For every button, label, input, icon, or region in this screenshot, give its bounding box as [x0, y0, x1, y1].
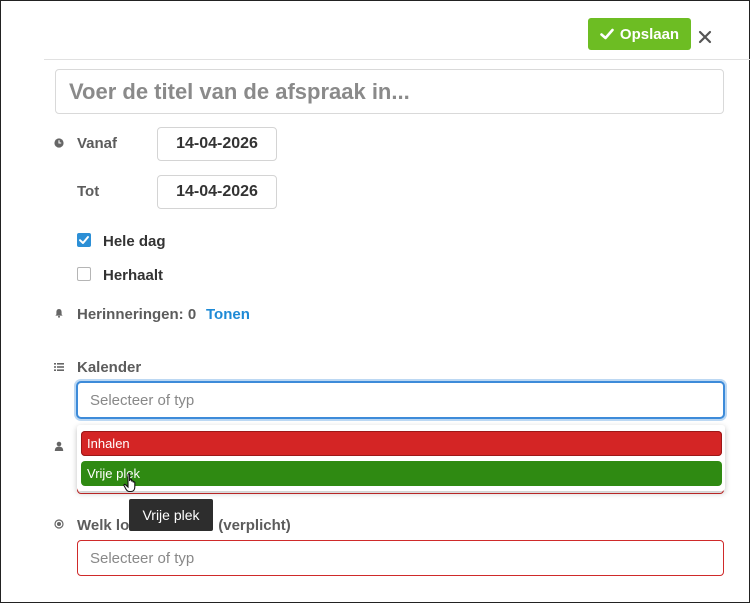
user-icon	[54, 441, 64, 451]
calendar-select-input[interactable]: Selecteer of typ	[76, 381, 725, 419]
to-label: Tot	[77, 183, 100, 200]
location-label-tail: (verplicht)	[218, 517, 291, 534]
clock-icon	[54, 138, 64, 148]
calendar-option-vrije-plek[interactable]: Vrije plek	[81, 461, 722, 486]
all-day-checkbox[interactable]	[77, 233, 91, 247]
from-date-field[interactable]: 14-04-2026	[157, 127, 277, 161]
tooltip-text: Vrije plek	[142, 507, 200, 523]
title-input[interactable]: Voer de titel van de afspraak in...	[55, 69, 724, 114]
close-icon[interactable]	[696, 28, 714, 46]
header-divider	[44, 59, 750, 60]
calendar-label: Kalender	[77, 359, 142, 376]
list-icon	[54, 363, 64, 371]
to-date-field[interactable]: 14-04-2026	[157, 175, 277, 209]
to-date-value: 14-04-2026	[176, 183, 258, 200]
location-select-input[interactable]: Selecteer of typ	[77, 540, 724, 576]
calendar-dropdown: Inhalen Vrije plek	[77, 425, 725, 491]
repeat-checkbox[interactable]	[77, 267, 91, 281]
appointment-dialog: Opslaan Voer de titel van de afspraak in…	[0, 0, 750, 603]
check-icon	[600, 28, 614, 40]
all-day-label: Hele dag	[103, 233, 166, 250]
show-reminders-link[interactable]: Tonen	[206, 306, 250, 323]
from-date-value: 14-04-2026	[176, 135, 258, 152]
from-label: Vanaf	[77, 135, 118, 152]
repeat-label: Herhaalt	[103, 267, 164, 284]
title-placeholder: Voer de titel van de afspraak in...	[69, 78, 410, 104]
option-label: Inhalen	[87, 436, 130, 451]
save-button-label: Opslaan	[619, 25, 680, 43]
save-button[interactable]: Opslaan	[588, 18, 691, 50]
reminders-label: Herinneringen: 0	[77, 306, 197, 323]
location-placeholder: Selecteer of typ	[90, 549, 195, 567]
hand-cursor-icon	[123, 473, 136, 493]
location-label-start: Welk lo	[77, 517, 130, 534]
calendar-placeholder: Selecteer of typ	[90, 391, 195, 409]
checkmark-icon	[79, 236, 89, 244]
bell-icon	[55, 309, 63, 318]
calendar-option-inhalen[interactable]: Inhalen	[81, 431, 722, 456]
option-tooltip: Vrije plek	[129, 499, 213, 531]
radio-dot-icon	[54, 519, 64, 529]
